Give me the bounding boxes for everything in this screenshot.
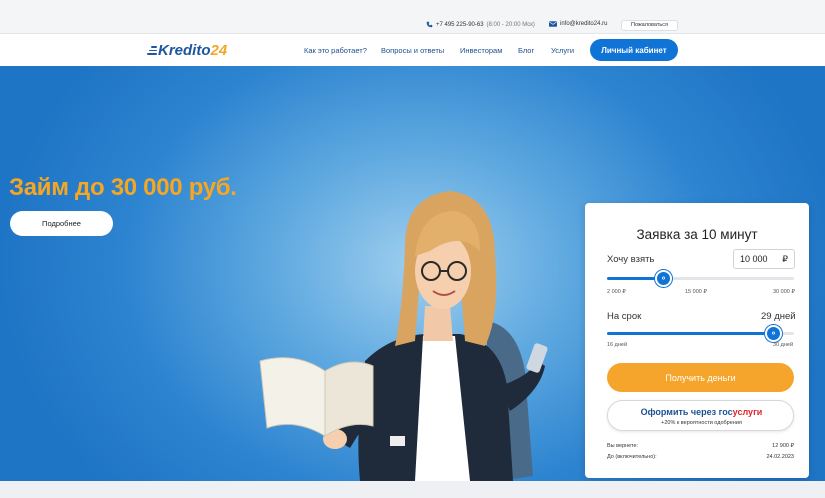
email-address: info@kredito24.ru (560, 21, 608, 27)
phone-number: +7 495 225-90-63 (436, 21, 484, 28)
nav-how-it-works[interactable]: Как это работает? (304, 46, 367, 55)
amount-value: 10 000 (740, 254, 768, 264)
site-header: Kredito 24 Как это работает? Вопросы и от… (0, 34, 825, 66)
email-contact[interactable]: info@kredito24.ru (549, 21, 607, 27)
term-value: 29 дней (761, 311, 796, 322)
loan-application-card: Заявка за 10 минут Хочу взять 10 000 ₽ ‹… (585, 203, 809, 478)
mail-icon (549, 21, 557, 27)
nav-blog[interactable]: Блог (518, 46, 534, 55)
return-value: 12 900 ₽ (772, 443, 794, 449)
top-info-bar: +7 495 225-90-63 (8:00 - 20:00 Мск) info… (0, 17, 825, 34)
browser-top-strip (0, 0, 825, 17)
hero-title: Займ до 30 000 руб. (9, 174, 237, 201)
gosuslugi-prefix: Оформить через (640, 407, 717, 417)
currency-symbol: ₽ (782, 253, 788, 264)
return-row: Вы вернете: 12 900 ₽ (607, 443, 794, 449)
amount-mid: 15 000 ₽ (685, 289, 707, 295)
return-label: Вы вернете: (607, 443, 639, 449)
get-money-button[interactable]: Получить деньги (607, 363, 794, 392)
until-label: До (включительно): (607, 454, 657, 460)
personal-cabinet-button[interactable]: Личный кабинет (590, 39, 678, 61)
logo-speed-lines-icon (147, 46, 157, 56)
complain-button[interactable]: Пожаловаться (621, 20, 678, 31)
term-max: 30 дней (773, 342, 794, 348)
nav-investors[interactable]: Инвесторам (460, 46, 502, 55)
phone-icon (426, 21, 433, 28)
term-label: На срок (607, 311, 642, 322)
hero-banner: Займ до 30 000 руб. Подробнее Заявка за … (0, 66, 825, 481)
nav-faq[interactable]: Вопросы и ответы (381, 46, 444, 55)
amount-max: 30 000 ₽ (773, 289, 795, 295)
term-min: 16 дней (607, 342, 628, 348)
more-details-button[interactable]: Подробнее (10, 211, 113, 236)
gosuslugi-note: +20% к вероятности одобрения (661, 420, 742, 426)
amount-input[interactable]: 10 000 ₽ (733, 249, 795, 269)
amount-slider[interactable]: ‹› (607, 270, 794, 287)
term-slider-handle[interactable]: ‹› (764, 325, 782, 342)
phone-contact[interactable]: +7 495 225-90-63 (8:00 - 20:00 Мск) (426, 21, 535, 28)
nav-services[interactable]: Услуги (551, 46, 574, 55)
form-title: Заявка за 10 минут (636, 227, 758, 242)
logo-number: 24 (210, 42, 228, 59)
amount-slider-handle[interactable]: ‹› (654, 270, 672, 287)
work-hours: (8:00 - 20:00 Мск) (486, 21, 535, 28)
site-logo[interactable]: Kredito 24 (147, 42, 227, 59)
logo-text: Kredito (158, 42, 211, 59)
amount-label: Хочу взять (607, 254, 655, 265)
until-row: До (включительно): 24.02.2023 (607, 454, 794, 460)
gosuslugi-brand-uslugi: услуги (732, 407, 763, 417)
gosuslugi-title: Оформить через госуслуги (608, 407, 795, 417)
student-illustration (259, 191, 548, 481)
term-slider[interactable]: ‹› (607, 325, 794, 342)
gosuslugi-brand-gos: гос (718, 407, 733, 417)
amount-min: 2 000 ₽ (607, 289, 626, 295)
gosuslugi-button[interactable]: Оформить через госуслуги +20% к вероятно… (607, 400, 794, 431)
page-bottom-strip (0, 481, 825, 498)
term-slider-fill (607, 332, 773, 335)
until-value: 24.02.2023 (766, 454, 794, 460)
